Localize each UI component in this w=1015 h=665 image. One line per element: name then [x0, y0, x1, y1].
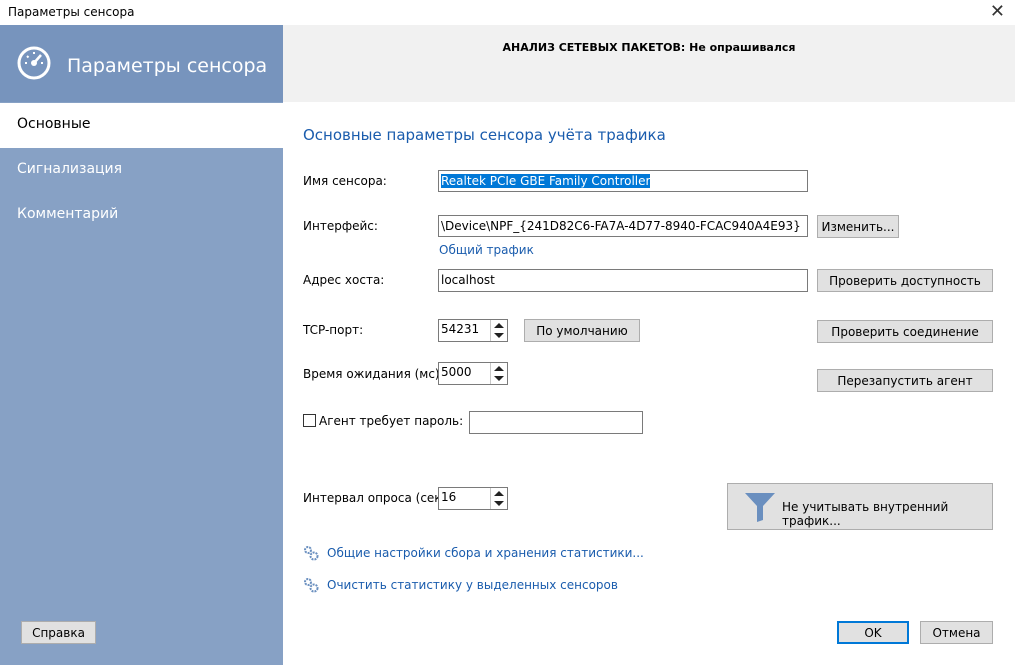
host-input[interactable]: localhost — [438, 269, 808, 292]
title-bar: Параметры сенсора ✕ — [0, 0, 1015, 25]
sensor-name-value: Realtek PCIe GBE Family Controller — [441, 174, 651, 188]
ignore-internal-traffic-label: Не учитывать внутренний трафик... — [782, 500, 949, 528]
timeout-label: Время ожидания (мс): — [303, 367, 444, 381]
spin-arrows[interactable] — [490, 488, 507, 509]
password-checkbox[interactable] — [303, 414, 316, 427]
window-title: Параметры сенсора — [8, 5, 135, 19]
funnel-icon — [745, 493, 775, 522]
ignore-internal-traffic-button[interactable]: Не учитывать внутренний трафик... — [727, 483, 993, 530]
default-port-button[interactable]: По умолчанию — [524, 319, 640, 342]
sidebar-item-comment[interactable]: Комментарий — [0, 193, 283, 238]
status-text: АНАЛИЗ СЕТЕВЫХ ПАКЕТОВ: Не опрашивался — [502, 41, 796, 54]
poll-interval-label: Интервал опроса (сек.): — [303, 491, 455, 505]
password-input[interactable] — [469, 411, 643, 434]
gears-icon — [304, 546, 319, 561]
timeout-stepper[interactable]: 5000 — [438, 362, 508, 385]
sensor-name-label: Имя сенсора: — [303, 174, 387, 188]
sidebar-item-label: Комментарий — [17, 206, 119, 222]
sidebar-header: Параметры сенсора — [0, 25, 283, 102]
spin-up-icon[interactable] — [494, 323, 504, 328]
change-interface-button[interactable]: Изменить... — [817, 215, 899, 238]
spin-down-icon[interactable] — [494, 376, 504, 381]
poll-interval-stepper[interactable]: 16 — [438, 487, 508, 510]
spin-up-icon[interactable] — [494, 491, 504, 496]
help-button[interactable]: Справка — [21, 621, 96, 644]
spin-arrows[interactable] — [490, 320, 507, 341]
close-icon[interactable]: ✕ — [990, 1, 1005, 22]
tcp-port-value: 54231 — [441, 322, 480, 336]
total-traffic-link[interactable]: Общий трафик — [439, 243, 534, 257]
gauge-icon — [17, 46, 51, 80]
check-connection-button[interactable]: Проверить соединение — [817, 320, 993, 343]
sidebar: Параметры сенсора Основные Сигнализация … — [0, 25, 283, 665]
ok-button[interactable]: OK — [837, 621, 909, 644]
interface-input[interactable]: \Device\NPF_{241D82C6-FA7A-4D77-8940-FCA… — [438, 215, 808, 237]
spin-arrows[interactable] — [490, 363, 507, 384]
status-header: АНАЛИЗ СЕТЕВЫХ ПАКЕТОВ: Не опрашивался — [283, 25, 1015, 102]
host-label: Адрес хоста: — [303, 273, 385, 287]
sidebar-item-alarms[interactable]: Сигнализация — [0, 148, 283, 193]
poll-interval-value: 16 — [441, 490, 457, 504]
spin-down-icon[interactable] — [494, 501, 504, 506]
sidebar-item-label: Сигнализация — [17, 161, 123, 177]
sidebar-item-label: Основные — [17, 116, 91, 132]
interface-label: Интерфейс: — [303, 219, 378, 233]
sensor-name-input[interactable]: Realtek PCIe GBE Family Controller — [438, 170, 808, 192]
password-checkbox-label: Агент требует пароль: — [319, 414, 464, 428]
tcp-port-label: TCP-порт: — [303, 323, 364, 337]
tcp-port-stepper[interactable]: 54231 — [438, 319, 508, 342]
cancel-button[interactable]: Отмена — [920, 621, 993, 644]
spin-up-icon[interactable] — [494, 366, 504, 371]
clear-stats-link[interactable]: Очистить статистику у выделенных сенсоро… — [327, 578, 618, 592]
check-availability-button[interactable]: Проверить доступность — [817, 269, 993, 292]
sidebar-title: Параметры сенсора — [67, 55, 268, 77]
timeout-value: 5000 — [441, 365, 472, 379]
spin-down-icon[interactable] — [494, 333, 504, 338]
restart-agent-button[interactable]: Перезапустить агент — [817, 369, 993, 392]
gears-icon — [304, 578, 319, 593]
section-title: Основные параметры сенсора учёта трафика — [303, 126, 666, 144]
general-settings-link[interactable]: Общие настройки сбора и хранения статист… — [327, 546, 644, 560]
sidebar-item-general[interactable]: Основные — [0, 103, 283, 148]
